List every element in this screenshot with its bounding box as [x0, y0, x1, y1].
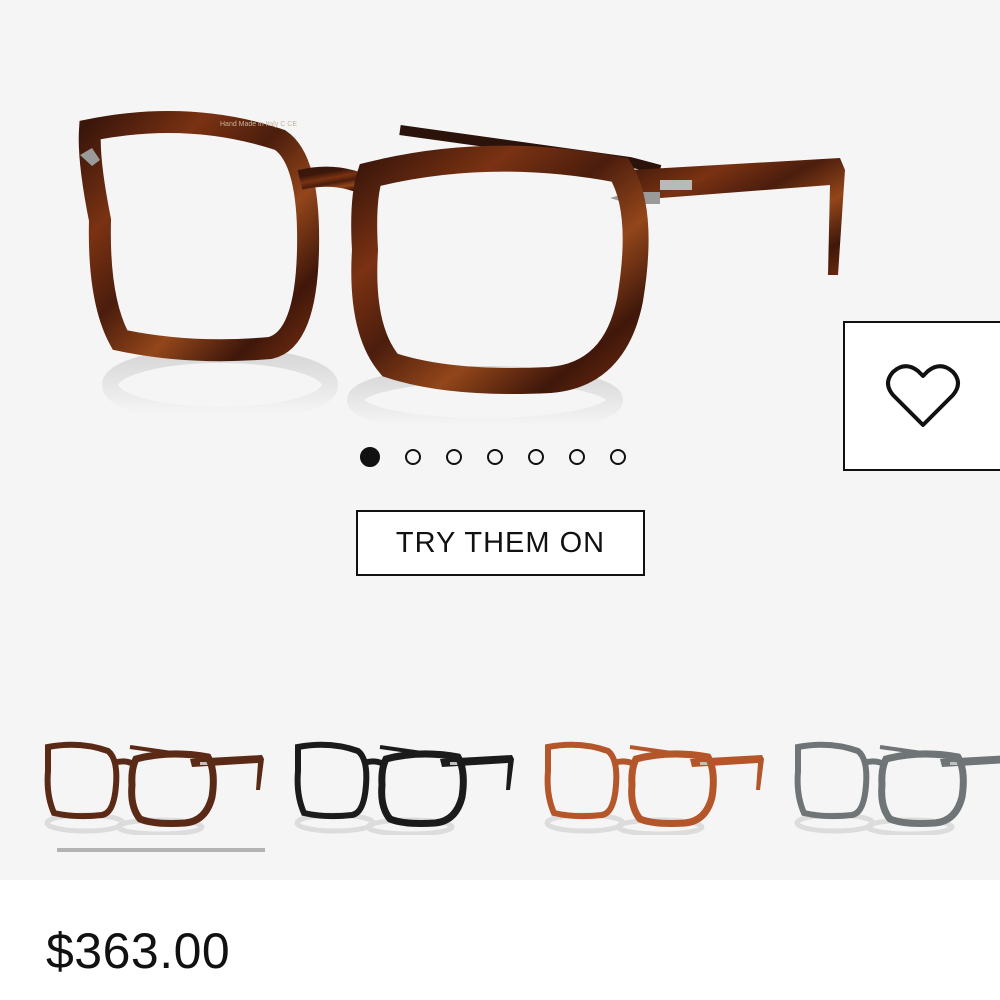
carousel-dots — [360, 447, 626, 467]
selected-variant-underline — [57, 848, 265, 852]
carousel-dot-7[interactable] — [610, 449, 626, 465]
variant-thumbnail-black[interactable] — [290, 735, 520, 835]
variant-thumbnail-tortoise[interactable] — [40, 735, 270, 835]
color-variant-thumbnails — [40, 735, 1000, 855]
carousel-dot-5[interactable] — [528, 449, 544, 465]
carousel-dot-1[interactable] — [360, 447, 380, 467]
carousel-dot-6[interactable] — [569, 449, 585, 465]
main-product-image[interactable]: Hand Made in Italy C CE — [70, 100, 860, 430]
eyeglasses-thumbnail-image — [544, 741, 764, 835]
eyeglasses-thumbnail-image — [794, 741, 1000, 835]
eyeglasses-thumbnail-image — [294, 741, 514, 835]
svg-text:Hand Made in Italy C CE: Hand Made in Italy C CE — [220, 121, 297, 128]
carousel-dot-4[interactable] — [487, 449, 503, 465]
try-them-on-button[interactable]: TRY THEM ON — [356, 510, 645, 576]
image-gallery: Hand Made in Italy C CE TRY THEM ON — [0, 0, 1000, 880]
carousel-dot-2[interactable] — [405, 449, 421, 465]
variant-thumbnail-grey[interactable] — [790, 735, 1000, 835]
product-price: $363.00 — [46, 923, 231, 979]
eyeglasses-image: Hand Made in Italy C CE — [78, 111, 845, 430]
variant-thumbnail-caramel[interactable] — [540, 735, 770, 835]
heart-icon — [885, 364, 960, 427]
carousel-dot-3[interactable] — [446, 449, 462, 465]
product-page: Hand Made in Italy C CE TRY THEM ON $363… — [0, 0, 1000, 1000]
eyeglasses-thumbnail-image — [44, 741, 264, 835]
wishlist-button[interactable] — [843, 321, 1000, 471]
